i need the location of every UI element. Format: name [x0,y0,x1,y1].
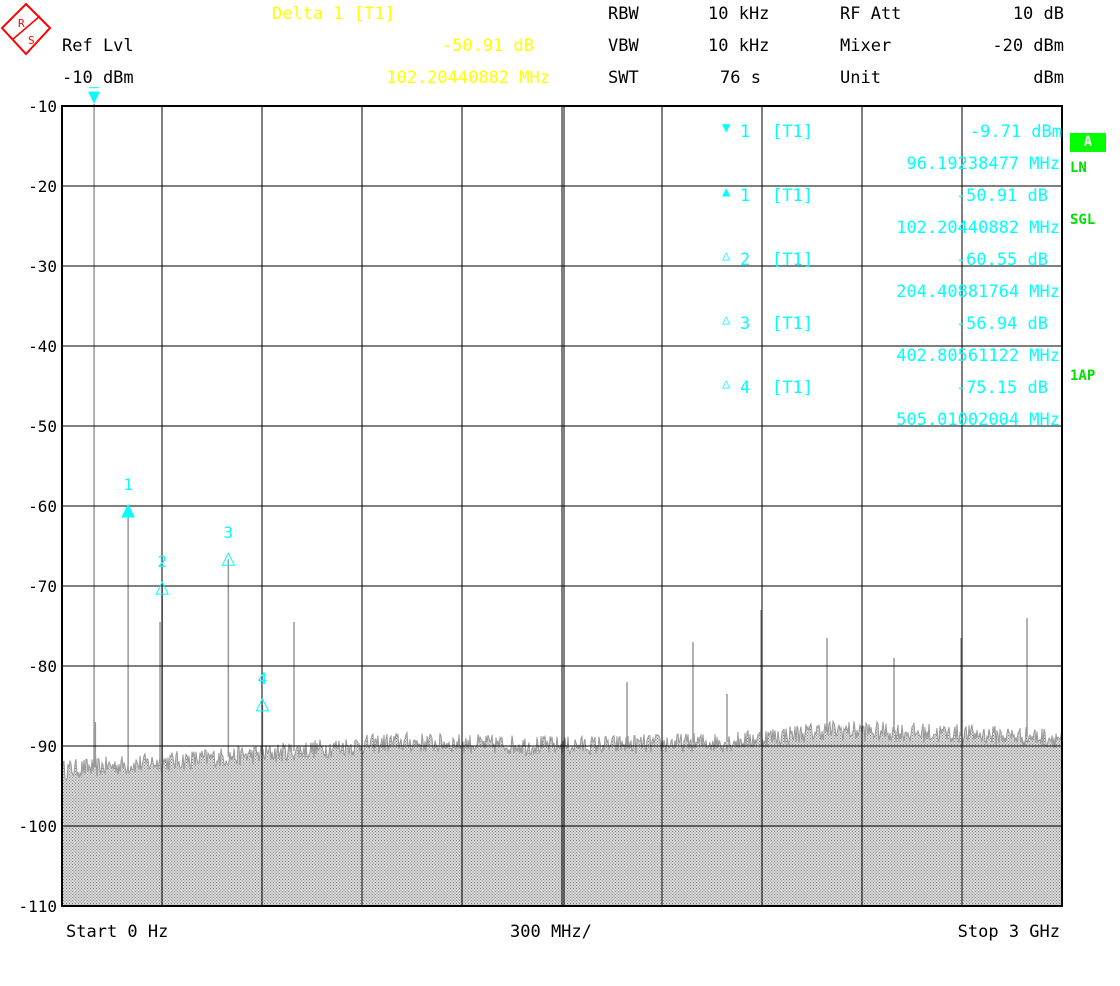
y-tick-label: -20 [28,177,57,196]
marker-freq: 102.20440882 MHz [386,68,550,88]
y-tick-label: -80 [28,657,57,676]
marker-id: 1 [740,122,751,142]
swt-label: SWT [608,68,639,88]
y-tick-label: -70 [28,577,57,596]
logo: R S [0,2,52,56]
marker-trace: [T1] [772,314,813,334]
y-tick-label: -30 [28,257,57,276]
unit-label: Unit [840,68,881,88]
start-frequency: Start 0 Hz [66,922,169,942]
ref-lvl-label: Ref Lvl [62,36,134,56]
y-tick-label: -110 [18,897,57,916]
marker-reference-icon [88,91,101,104]
marker-trace: [T1] [772,378,813,398]
y-tick-label: -60 [28,497,57,516]
mixer-label: Mixer [840,36,892,56]
svg-text:R: R [18,17,25,30]
marker-id: 4 [740,378,751,398]
trace-mode-label: 1AP [1070,368,1096,384]
marker-trace: [T1] [772,250,813,270]
rf-att-label: RF Att [840,4,902,24]
spectrum-plot: R S -10-20-30-40-50-60-70-80-90-100-110 … [0,2,1063,916]
marker-value: -9.71 dBm [969,122,1062,142]
rbw-label: RBW [608,4,639,24]
marker-frequency: 204.40881764 MHz [896,282,1060,302]
marker-id: 3 [740,314,751,334]
marker-label: 3 [224,523,234,542]
marker-value: -60.55 dB [955,250,1048,270]
vbw-value: 10 kHz [708,36,770,56]
marker-value: -56.94 dB [955,314,1048,334]
marker-id: 2 [740,250,751,270]
ref-lvl-value: -10 dBm [62,68,134,88]
y-tick-label: -90 [28,737,57,756]
marker-label: 2 [157,552,167,571]
marker-frequency: 96.19238477 MHz [906,154,1060,174]
detector-label: LN [1070,160,1087,176]
marker-id: 1 [740,186,751,206]
svg-text:S: S [28,34,35,47]
marker-delta-icon [121,503,135,518]
rf-att-value: 10 dB [1012,4,1064,24]
sweep-mode-label: SGL [1070,212,1096,228]
stop-frequency: Stop 3 GHz [957,922,1060,942]
vbw-label: VBW [608,36,639,56]
marker-value: -75.15 dB [955,378,1048,398]
marker-label: 1 [123,475,133,494]
y-tick-label: -50 [28,417,57,436]
marker-symbol-icon: △ [722,312,731,328]
marker-frequency: 402.80561122 MHz [896,346,1060,366]
marker-symbol-icon: ▼ [722,120,731,136]
unit-value: dBm [1033,68,1064,88]
marker-symbol-icon: △ [722,376,731,392]
marker-mode-label: Delta 1 [T1] [272,4,395,24]
marker-trace: [T1] [772,186,813,206]
marker-label: 4 [258,669,268,688]
swt-value: 76 s [720,68,761,88]
span-per-division: 300 MHz/ [510,922,592,942]
marker-frequency: 102.20440882 MHz [896,218,1060,238]
rbw-value: 10 kHz [708,4,770,24]
y-tick-label: -10 [28,97,57,116]
mixer-value: -20 dBm [992,36,1064,56]
marker-symbol-icon: ▲ [722,184,731,200]
marker-frequency: 505.01002004 MHz [896,410,1060,430]
marker-value: -50.91 dB [955,186,1048,206]
marker-level: -50.91 dB [441,36,534,56]
trace-a-badge: A [1070,133,1106,152]
y-tick-label: -100 [18,817,57,836]
marker-trace: [T1] [772,122,813,142]
marker-symbol-icon: △ [722,248,731,264]
y-tick-label: -40 [28,337,57,356]
